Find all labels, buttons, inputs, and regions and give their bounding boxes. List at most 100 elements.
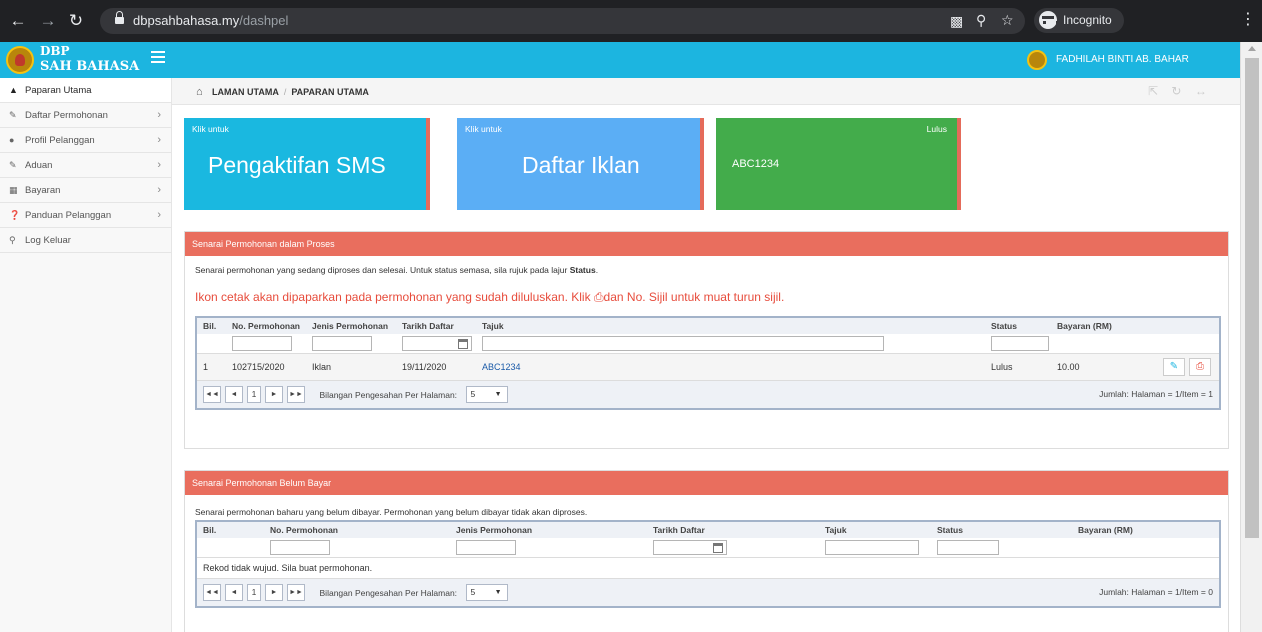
filter-tajuk-input[interactable] [825,540,919,555]
tile-daftar-iklan[interactable]: Klik untuk Daftar Iklan [457,118,704,210]
home-icon[interactable]: ⌂ [196,86,203,98]
chevron-down-icon: ▼ [494,589,502,596]
sidebar-item-daftar-permohonan[interactable]: ✎ Daftar Permohonan › [0,103,171,128]
tile-pengaktifan-sms[interactable]: Klik untuk Pengaktifan SMS [184,118,430,210]
page-viewport: DBP SAH BAHASA FADHILAH BINTI AB. BAHAR … [0,42,1262,632]
page-scrollbar[interactable] [1240,42,1262,632]
column-header-bayaran[interactable]: Bayaran (RM) [1072,521,1220,538]
home-icon: ▲ [9,85,18,95]
bookmark-star-icon[interactable]: ☆ [1001,12,1014,29]
address-bar[interactable]: dbpsahbahasa.my/dashpel ▩ ⚲ ☆ [100,8,1025,34]
column-header-tajuk[interactable]: Tajuk [819,521,931,538]
filter-status-input[interactable] [937,540,999,555]
app-header: DBP SAH BAHASA FADHILAH BINTI AB. BAHAR [0,42,1240,78]
filter-status-input[interactable] [991,336,1049,351]
column-header-jenis[interactable]: Jenis Permohonan [450,521,647,538]
filter-no-permohonan-input[interactable] [270,540,330,555]
print-notice: Ikon cetak akan dipaparkan pada permohon… [195,290,785,304]
print-certificate-button[interactable]: ⎙ [1189,358,1211,376]
column-header-status[interactable]: Status [985,317,1051,334]
tile-caption: Klik untuk [192,124,229,134]
calendar-icon[interactable] [713,543,723,553]
user-name[interactable]: FADHILAH BINTI AB. BAHAR [1056,54,1189,65]
filter-tarikh-input[interactable] [402,336,472,351]
column-header-bayaran[interactable]: Bayaran (RM) [1051,317,1118,334]
incognito-icon [1039,11,1059,29]
scrollbar-thumb[interactable] [1245,58,1259,538]
collapse-icon[interactable]: ↔ [1195,84,1207,98]
menu-toggle-icon[interactable] [151,51,165,63]
page-number[interactable]: 1 [247,386,261,403]
user-icon: ● [9,135,15,145]
edit-icon: ✎ [9,160,17,170]
column-header-no-permohonan[interactable]: No. Permohonan [226,317,306,334]
filter-tarikh-input[interactable] [653,540,727,555]
permohonan-proses-table: Bil. No. Permohonan Jenis Permohonan Tar… [195,316,1221,410]
permohonan-belum-bayar-table: Bil. No. Permohonan Jenis Permohonan Tar… [195,520,1221,608]
prev-page-icon[interactable]: ◄ [225,584,243,601]
reload-icon[interactable]: ↻ [66,9,86,33]
column-header-jenis[interactable]: Jenis Permohonan [306,317,396,334]
refresh-icon[interactable]: ↻ [1171,84,1181,98]
breadcrumb: ⌂ LAMAN UTAMA / PAPARAN UTAMA ⇱ ↻ ↔ [172,78,1240,105]
filter-tajuk-input[interactable] [482,336,884,351]
first-page-icon[interactable]: ◄◄ [203,584,221,601]
incognito-indicator[interactable]: Incognito [1034,8,1124,33]
column-header-actions [1118,317,1220,334]
calendar-icon[interactable] [458,339,468,349]
back-icon[interactable]: ← [8,9,28,33]
prev-page-icon[interactable]: ◄ [225,386,243,403]
forward-icon[interactable]: → [38,9,58,33]
tile-lulus[interactable]: Lulus ABC1234 [716,118,961,210]
translate-icon[interactable]: ▩ [950,13,963,30]
column-header-tarikh[interactable]: Tarikh Daftar [396,317,476,334]
column-header-status[interactable]: Status [931,521,1072,538]
per-page-select[interactable]: 5 ▼ [465,584,508,601]
first-page-icon[interactable]: ◄◄ [203,386,221,403]
next-page-icon[interactable]: ► [265,584,283,601]
sidebar-item-profil-pelanggan[interactable]: ● Profil Pelanggan › [0,128,171,153]
column-header-tarikh[interactable]: Tarikh Daftar [647,521,819,538]
column-header-bil[interactable]: Bil. [196,521,264,538]
sidebar-item-aduan[interactable]: ✎ Aduan › [0,153,171,178]
filter-jenis-input[interactable] [312,336,372,351]
table-row: 1 102715/2020 Iklan 19/11/2020 ABC1234 L… [196,353,1220,381]
last-page-icon[interactable]: ►► [287,584,305,601]
panel-description: Senarai permohonan baharu yang belum dib… [195,507,588,517]
filter-row [196,334,1220,354]
tajuk-link[interactable]: ABC1234 [482,362,521,372]
sidebar-item-log-keluar[interactable]: ⚲ Log Keluar [0,228,171,253]
column-header-tajuk[interactable]: Tajuk [476,317,985,334]
incognito-label: Incognito [1063,13,1112,27]
per-page-select[interactable]: 5 ▼ [465,386,508,403]
breadcrumb-home[interactable]: LAMAN UTAMA [212,87,279,97]
last-page-icon[interactable]: ►► [287,386,305,403]
fullscreen-icon[interactable]: ⇱ [1148,84,1158,98]
zoom-icon[interactable]: ⚲ [976,12,986,29]
page-number[interactable]: 1 [247,584,261,601]
tile-title: Daftar Iklan [522,152,640,178]
scroll-up-icon[interactable] [1248,46,1256,51]
next-page-icon[interactable]: ► [265,386,283,403]
table-header-row: Bil. No. Permohonan Jenis Permohonan Tar… [196,521,1220,538]
edit-button[interactable]: ✎ [1163,358,1185,376]
pager-row: ◄◄ ◄ 1 ► ►► Bilangan Pengesahan Per Halaman:… [196,578,1220,607]
logo-text-line2: SAH BAHASA [40,59,140,74]
column-header-bil[interactable]: Bil. [196,317,226,334]
pager-row: ◄◄ ◄ 1 ► ►► Bilangan Pengesahan Per Halaman:… [196,380,1220,409]
filter-no-permohonan-input[interactable] [232,336,292,351]
key-icon: ⚲ [9,235,16,245]
cell-bayaran: 10.00 [1051,353,1118,381]
panel-permohonan-belum-bayar: Senarai Permohonan Belum Bayar Senarai p… [184,470,1229,632]
sidebar-item-label: Aduan [25,160,53,171]
browser-menu-icon[interactable]: ⋮ [1240,9,1256,29]
column-header-no-permohonan[interactable]: No. Permohonan [264,521,450,538]
breadcrumb-current: PAPARAN UTAMA [291,87,369,97]
sidebar-item-paparan-utama[interactable]: ▲ Paparan Utama [0,78,171,103]
filter-jenis-input[interactable] [456,540,516,555]
sidebar-item-bayaran[interactable]: ▦ Bayaran › [0,178,171,203]
user-avatar[interactable] [1027,50,1047,70]
pager-summary: Jumlah: Halaman = 1/Item = 0 [1099,587,1213,597]
sidebar-item-label: Daftar Permohonan [25,110,108,121]
sidebar-item-panduan-pelanggan[interactable]: ❓ Panduan Pelanggan › [0,203,171,228]
